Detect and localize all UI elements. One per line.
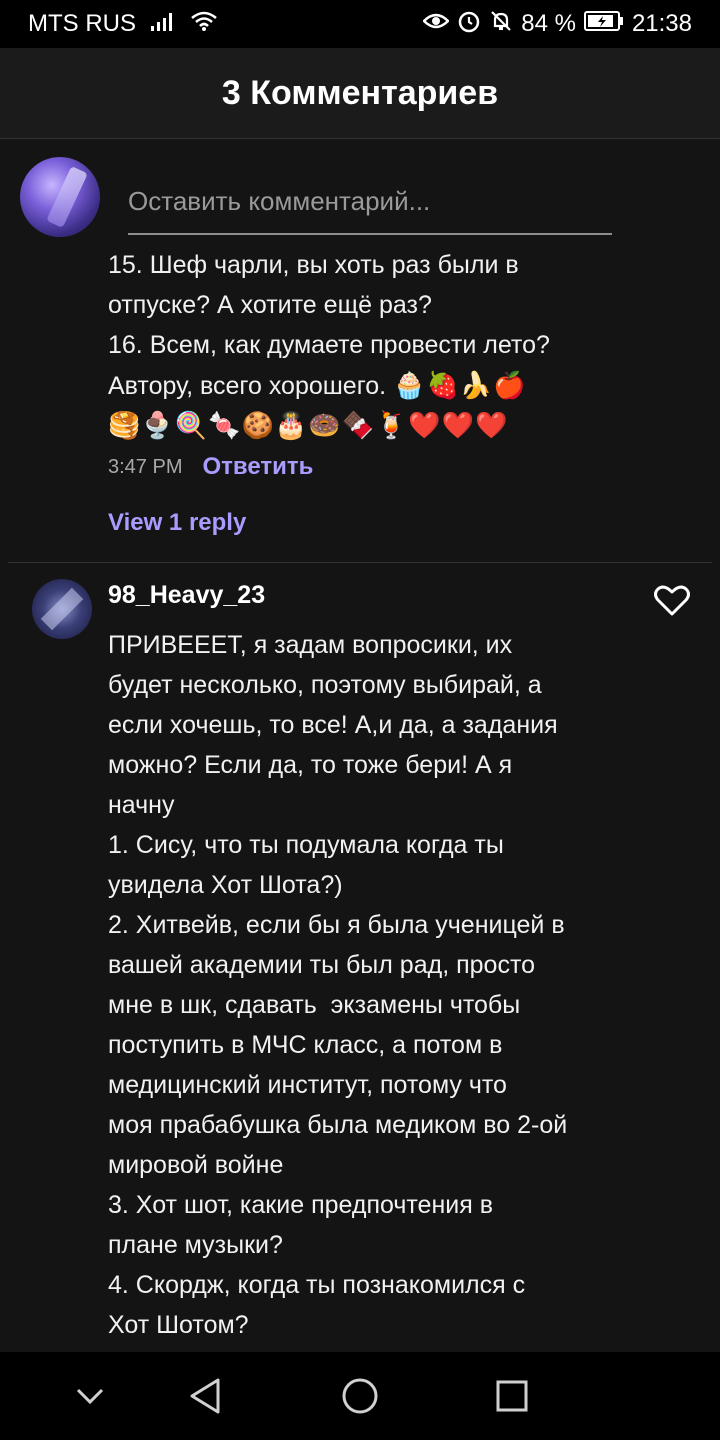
eye-icon [422, 10, 451, 38]
comment-item: 15. Шеф чарли, вы хоть раз были в отпуск… [108, 245, 698, 446]
emoji-line: 🧁🍓🍌🍎 [393, 370, 527, 400]
compose-bar: Оставить комментарий... [0, 139, 720, 249]
battery-icon [583, 10, 624, 39]
comment-input-placeholder: Оставить комментарий... [128, 185, 431, 216]
comments-header: 3 Комментариев [0, 48, 720, 139]
mute-icon [489, 9, 513, 40]
comment-body: ПРИВЕЕЕТ, я задам вопросики, их будет не… [108, 631, 568, 1339]
back-icon[interactable] [186, 1374, 226, 1422]
recents-icon[interactable] [494, 1374, 530, 1422]
battery-percent: 84 % [521, 10, 576, 37]
heart-icon[interactable] [654, 585, 690, 621]
page-title: 3 Комментариев [221, 73, 499, 112]
comments-list[interactable]: 15. Шеф чарли, вы хоть раз были в отпуск… [0, 139, 720, 1352]
navigation-bar [0, 1352, 720, 1440]
status-bar: MTS RUS 84 % 21:38 [0, 0, 720, 48]
wifi-icon [190, 10, 218, 39]
signal-icon [150, 10, 176, 39]
emoji-line: 🥞🍨🍭🍬🍪🎂🍩🍫🍹❤️❤️❤️ [108, 411, 509, 441]
carrier-label: MTS RUS [28, 10, 136, 37]
comment-time: 3:47 PM [108, 455, 183, 478]
alarm-icon [457, 9, 481, 40]
comment-body: 15. Шеф чарли, вы хоть раз были в отпуск… [108, 245, 698, 406]
comment-meta: 3:47 PM Ответить [108, 453, 313, 481]
hide-keyboard-icon[interactable] [72, 1374, 108, 1422]
home-icon[interactable] [340, 1374, 380, 1422]
avatar[interactable] [32, 579, 92, 639]
comment-username[interactable]: 98_Heavy_23 [108, 581, 265, 610]
divider [8, 562, 712, 563]
view-replies-button[interactable]: View 1 reply [108, 509, 246, 537]
reply-button[interactable]: Ответить [202, 453, 313, 481]
comment-input[interactable]: Оставить комментарий... [128, 169, 612, 235]
avatar[interactable] [20, 157, 100, 237]
clock-time: 21:38 [631, 10, 692, 37]
